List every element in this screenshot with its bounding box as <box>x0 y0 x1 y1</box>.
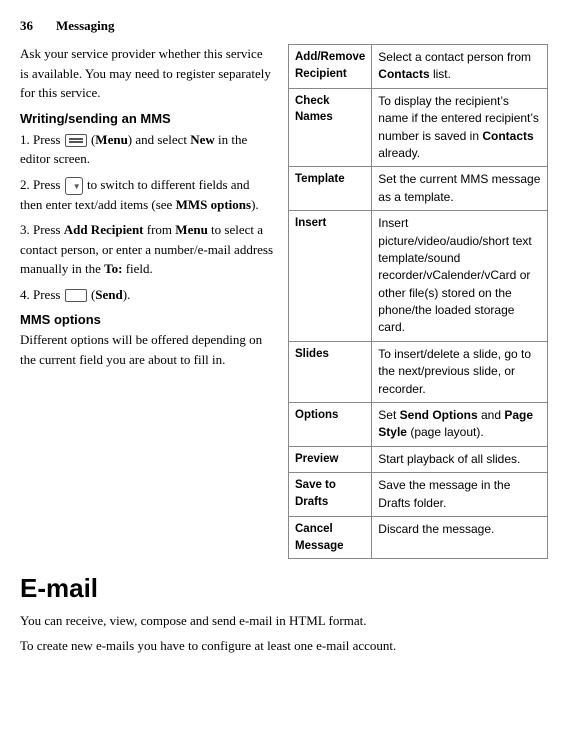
step-4: 4. Press (Send). <box>20 285 274 305</box>
step-1: 1. Press (Menu) and select New in the ed… <box>20 130 274 169</box>
email-para2: To create new e-mails you have to config… <box>20 636 548 656</box>
table-row: Check NamesTo display the recipient’s na… <box>289 88 548 167</box>
table-row: OptionsSet Send Options and Page Style (… <box>289 403 548 447</box>
send-icon <box>65 289 87 302</box>
table-cell-desc: To display the recipient’s name if the e… <box>372 88 548 167</box>
step-2: 2. Press to switch to different fields a… <box>20 175 274 215</box>
table-cell-desc: Save the message in the Drafts folder. <box>372 473 548 517</box>
table-cell-desc: Set Send Options and Page Style (page la… <box>372 403 548 447</box>
table-row: SlidesTo insert/delete a slide, go to th… <box>289 341 548 402</box>
email-heading: E-mail <box>20 573 548 604</box>
table-row: InsertInsert picture/video/audio/short t… <box>289 211 548 342</box>
step-3: 3. Press Add Recipient from Menu to sele… <box>20 220 274 279</box>
page-number: 36 <box>20 18 56 34</box>
table-cell-label: Add/Remove Recipient <box>289 45 372 89</box>
table-cell-label: Cancel Message <box>289 516 372 558</box>
table-cell-label: Slides <box>289 341 372 402</box>
table-row: Save to DraftsSave the message in the Dr… <box>289 473 548 517</box>
table-cell-label: Insert <box>289 211 372 342</box>
mms-options-text: Different options will be offered depend… <box>20 330 274 369</box>
intro-text: Ask your service provider whether this s… <box>20 44 274 103</box>
chapter-title: Messaging <box>56 18 115 34</box>
steps-list: 1. Press (Menu) and select New in the ed… <box>20 130 274 305</box>
options-table: Add/Remove RecipientSelect a contact per… <box>288 44 548 559</box>
table-row: PreviewStart playback of all slides. <box>289 446 548 472</box>
right-column: Add/Remove RecipientSelect a contact per… <box>288 44 548 559</box>
table-cell-desc: Insert picture/video/audio/short text te… <box>372 211 548 342</box>
mms-options-heading: MMS options <box>20 312 274 327</box>
table-row: Add/Remove RecipientSelect a contact per… <box>289 45 548 89</box>
table-cell-label: Template <box>289 167 372 211</box>
table-cell-desc: Select a contact person from Contacts li… <box>372 45 548 89</box>
table-cell-label: Preview <box>289 446 372 472</box>
writing-heading: Writing/sending an MMS <box>20 111 274 126</box>
table-cell-desc: Start playback of all slides. <box>372 446 548 472</box>
table-cell-label: Check Names <box>289 88 372 167</box>
table-cell-label: Options <box>289 403 372 447</box>
switch-icon <box>65 177 83 195</box>
table-cell-label: Save to Drafts <box>289 473 372 517</box>
table-cell-desc: To insert/delete a slide, go to the next… <box>372 341 548 402</box>
email-section: E-mail You can receive, view, compose an… <box>20 573 548 655</box>
menu-icon <box>65 134 87 147</box>
table-cell-desc: Set the current MMS message as a templat… <box>372 167 548 211</box>
table-row: TemplateSet the current MMS message as a… <box>289 167 548 211</box>
left-column: Ask your service provider whether this s… <box>20 44 274 559</box>
table-row: Cancel MessageDiscard the message. <box>289 516 548 558</box>
table-cell-desc: Discard the message. <box>372 516 548 558</box>
email-para1: You can receive, view, compose and send … <box>20 611 548 631</box>
